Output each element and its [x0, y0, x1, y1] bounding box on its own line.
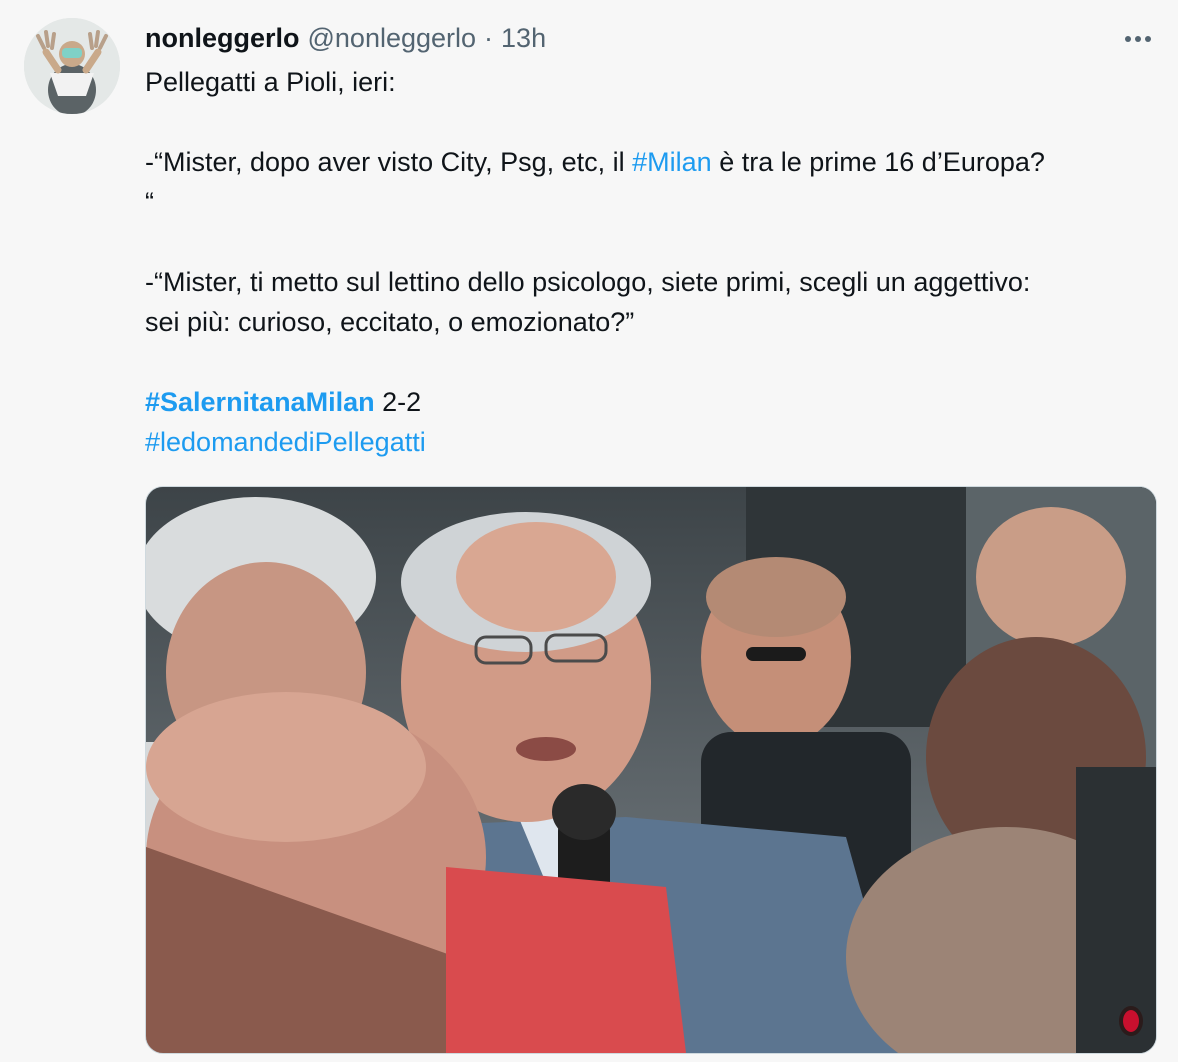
ac-milan-logo-icon	[1119, 1006, 1143, 1036]
text-line: #SalernitanaMilan 2-2	[145, 382, 1160, 422]
text-line: #ledomandediPellegatti	[145, 422, 1160, 462]
text-line: -“Mister, dopo aver visto City, Psg, etc…	[145, 142, 1160, 182]
question-2-line-2: sei più: curioso, eccitato, o emozionato…	[145, 307, 635, 337]
question-1-start: -“Mister, dopo aver visto City, Psg, etc…	[145, 147, 633, 177]
text-line: -“Mister, ti metto sul lettino dello psi…	[145, 262, 1160, 302]
question-1-end: è tra le prime 16 d’Europa?	[711, 147, 1045, 177]
match-score: 2-2	[374, 387, 422, 417]
avatar-image	[24, 18, 120, 114]
question-2-line-1: -“Mister, ti metto sul lettino dello psi…	[145, 267, 1031, 297]
avatar[interactable]	[24, 18, 120, 114]
more-horizontal-icon[interactable]	[1118, 24, 1158, 54]
text-line: sei più: curioso, eccitato, o emozionato…	[145, 302, 1160, 342]
tweet-header: nonleggerlo @nonleggerlo · 13h	[145, 20, 546, 56]
user-handle[interactable]: @nonleggerlo	[308, 23, 477, 54]
separator-dot: ·	[484, 22, 494, 53]
timestamp[interactable]: 13h	[501, 23, 546, 54]
text-line: “	[145, 182, 1160, 222]
hashtag-ledomandedipellegatti[interactable]: #ledomandediPellegatti	[145, 427, 426, 457]
display-name[interactable]: nonleggerlo	[145, 23, 300, 54]
text-line: Pellegatti a Pioli, ieri:	[145, 62, 1160, 102]
media-image	[146, 487, 1156, 1053]
question-1-closing-quote: “	[145, 187, 154, 217]
hashtag-milan[interactable]: #Milan	[632, 147, 712, 177]
text-intro: Pellegatti a Pioli, ieri:	[145, 67, 396, 97]
tweet-text: Pellegatti a Pioli, ieri: -“Mister, dopo…	[145, 62, 1160, 462]
hashtag-salernitanamilan[interactable]: #SalernitanaMilan	[145, 387, 375, 417]
tweet-media[interactable]	[145, 486, 1157, 1054]
